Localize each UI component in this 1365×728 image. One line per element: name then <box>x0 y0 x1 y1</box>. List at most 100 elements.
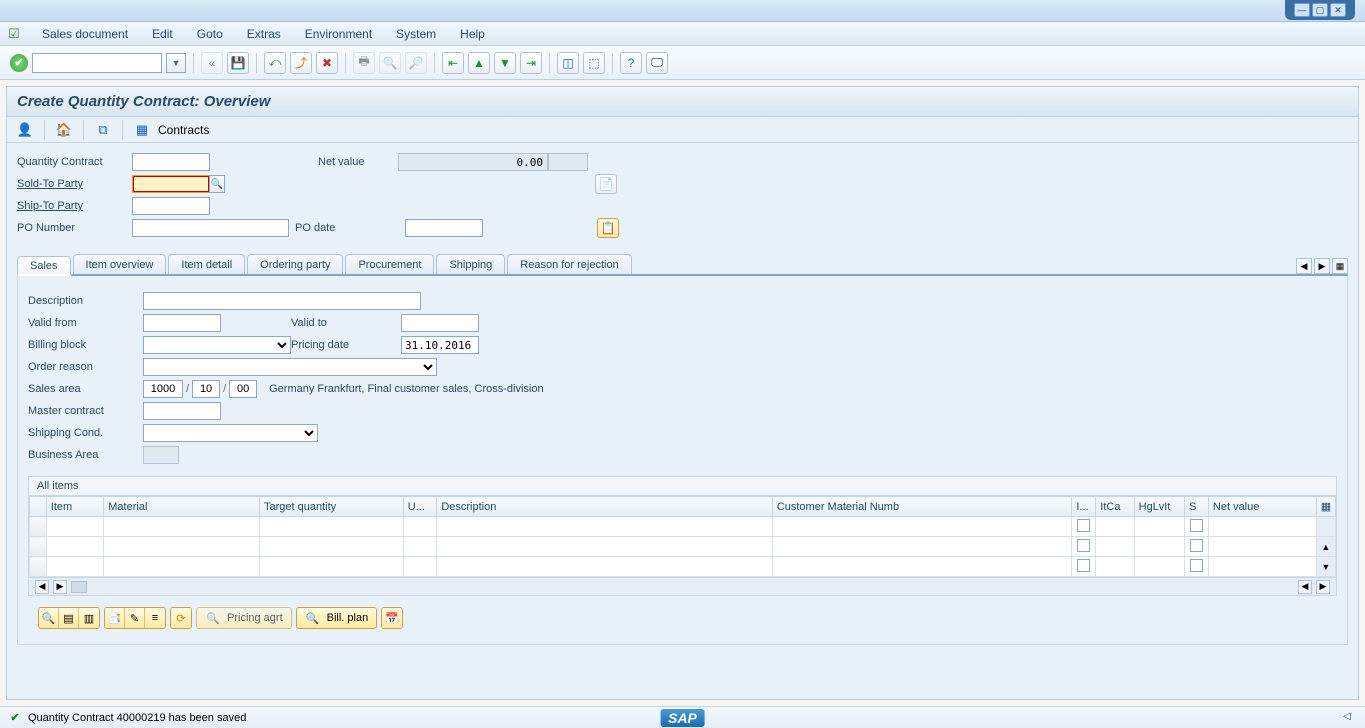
tab-item-overview[interactable]: Item overview <box>73 254 167 274</box>
menu-environment[interactable]: Environment <box>295 25 382 43</box>
first-page-button[interactable]: ⇤ <box>442 52 464 74</box>
col-hglvit[interactable]: HgLvIt <box>1134 497 1184 517</box>
tab-scroll-left[interactable]: ◀ <box>1296 258 1312 274</box>
quantity-contract-input[interactable] <box>132 153 210 171</box>
back-green-button[interactable]: ⤺ <box>264 52 286 74</box>
checkbox[interactable] <box>1077 519 1090 532</box>
checkbox[interactable] <box>1190 539 1203 552</box>
description-input[interactable] <box>143 292 421 310</box>
home-icon[interactable]: 🏠 <box>54 120 74 140</box>
hscroll-thumb[interactable] <box>71 581 87 593</box>
last-page-button[interactable]: ⇥ <box>520 52 542 74</box>
local-layout-button[interactable]: 🖵 <box>646 52 668 74</box>
bill-plan-button[interactable]: 🔍 Bill. plan <box>296 607 378 629</box>
po-date-input[interactable] <box>405 219 483 237</box>
col-net-value[interactable]: Net value <box>1208 497 1316 517</box>
col-cust-material[interactable]: Customer Material Numb <box>772 497 1072 517</box>
col-material[interactable]: Material <box>104 497 260 517</box>
back-button[interactable]: « <box>201 52 223 74</box>
menu-system[interactable]: System <box>386 25 446 43</box>
minimize-button[interactable]: — <box>1294 3 1310 17</box>
col-s[interactable]: S <box>1184 497 1208 517</box>
tab-scroll-right[interactable]: ▶ <box>1314 258 1330 274</box>
save-button[interactable]: 💾 <box>227 52 249 74</box>
checkbox[interactable] <box>1077 559 1090 572</box>
tab-reason-rejection[interactable]: Reason for rejection <box>507 254 631 274</box>
schedule-icon[interactable]: 📅 <box>382 608 402 628</box>
tab-item-detail[interactable]: Item detail <box>168 254 245 274</box>
command-field[interactable] <box>32 53 162 73</box>
copy-icon[interactable]: ⧉ <box>93 120 113 140</box>
grid-config-button[interactable]: ▦ <box>1316 497 1335 517</box>
next-page-button[interactable]: ▼ <box>494 52 516 74</box>
menu-extras[interactable]: Extras <box>237 25 291 43</box>
sold-to-label[interactable]: Sold-To Party <box>17 178 132 190</box>
rows-icon[interactable]: ≡ <box>145 608 165 628</box>
col-target-qty[interactable]: Target quantity <box>260 497 404 517</box>
dist-channel-input[interactable] <box>192 380 220 398</box>
sold-to-search-help[interactable]: 🔍 <box>209 175 225 193</box>
command-dropdown[interactable]: ▼ <box>166 53 186 73</box>
shipping-cond-select[interactable] <box>143 424 318 442</box>
col-item[interactable]: Item <box>46 497 104 517</box>
exit-button[interactable]: ⤴ <box>290 52 312 74</box>
checkbox[interactable] <box>1190 519 1203 532</box>
help-button[interactable]: ? <box>620 52 642 74</box>
close-button[interactable]: ✕ <box>1330 3 1346 17</box>
menu-goto[interactable]: Goto <box>187 25 233 43</box>
deselect-all-icon[interactable]: ▥ <box>79 608 99 628</box>
order-reason-select[interactable] <box>143 358 437 376</box>
edit-icon[interactable]: ✎ <box>125 608 145 628</box>
ship-to-label[interactable]: Ship-To Party <box>17 200 132 212</box>
tab-procurement[interactable]: Procurement <box>345 254 434 274</box>
hscroll-left[interactable]: ◀ <box>35 580 49 594</box>
refresh-icon[interactable]: ⟳ <box>171 608 191 628</box>
valid-from-input[interactable] <box>143 314 221 332</box>
items-grid[interactable]: Item Material Target quantity U... Descr… <box>29 496 1336 577</box>
display-header-button[interactable]: 👤 <box>15 120 35 140</box>
pricing-date-input[interactable] <box>401 336 479 354</box>
magnify-icon[interactable]: 🔍 <box>39 608 59 628</box>
col-uom[interactable]: U... <box>403 497 437 517</box>
select-all-icon[interactable]: ▤ <box>59 608 79 628</box>
menu-sales-document[interactable]: Sales document <box>32 25 138 43</box>
hscroll-right-1[interactable]: ▶ <box>53 580 67 594</box>
valid-to-input[interactable] <box>401 314 479 332</box>
tab-list-button[interactable]: ▦ <box>1332 258 1348 274</box>
maximize-button[interactable]: ▢ <box>1312 3 1328 17</box>
table-row[interactable]: ▼ <box>30 557 1336 577</box>
cancel-button[interactable]: ✖ <box>316 52 338 74</box>
table-row[interactable] <box>30 517 1336 537</box>
enter-button[interactable]: ✔ <box>10 54 28 72</box>
layout-button[interactable]: ⬚ <box>583 52 605 74</box>
scroll-down-button[interactable]: ▼ <box>1316 557 1335 577</box>
col-description[interactable]: Description <box>437 497 772 517</box>
po-number-input[interactable] <box>132 219 289 237</box>
col-i[interactable]: I... <box>1072 497 1096 517</box>
create-doc-button[interactable]: 📄 <box>595 174 617 194</box>
checkbox[interactable] <box>1077 539 1090 552</box>
ship-to-input[interactable] <box>132 197 210 215</box>
sales-org-input[interactable] <box>143 380 183 398</box>
hscroll-right-2[interactable]: ▶ <box>1316 580 1330 594</box>
scroll-up-button[interactable]: ▲ <box>1316 537 1335 557</box>
checkbox[interactable] <box>1190 559 1203 572</box>
new-session-button[interactable]: ◫ <box>557 52 579 74</box>
header-detail-button[interactable]: 📋 <box>597 218 619 238</box>
menu-edit[interactable]: Edit <box>142 25 183 43</box>
tab-sales[interactable]: Sales <box>17 256 71 276</box>
col-itca[interactable]: ItCa <box>1096 497 1134 517</box>
tab-ordering-party[interactable]: Ordering party <box>247 254 343 274</box>
hscroll-left-2[interactable]: ◀ <box>1298 580 1312 594</box>
status-expand-icon[interactable]: ◁ <box>1343 711 1357 725</box>
menu-help[interactable]: Help <box>450 25 495 43</box>
master-contract-input[interactable] <box>143 402 221 420</box>
division-input[interactable] <box>229 380 257 398</box>
table-row[interactable]: ▲ <box>30 537 1336 557</box>
billing-block-select[interactable] <box>143 336 291 354</box>
details-icon[interactable]: 📑 <box>105 608 125 628</box>
contracts-label[interactable]: Contracts <box>158 123 209 137</box>
sold-to-input[interactable] <box>132 175 210 193</box>
select-all-column[interactable] <box>30 497 47 517</box>
prev-page-button[interactable]: ▲ <box>468 52 490 74</box>
